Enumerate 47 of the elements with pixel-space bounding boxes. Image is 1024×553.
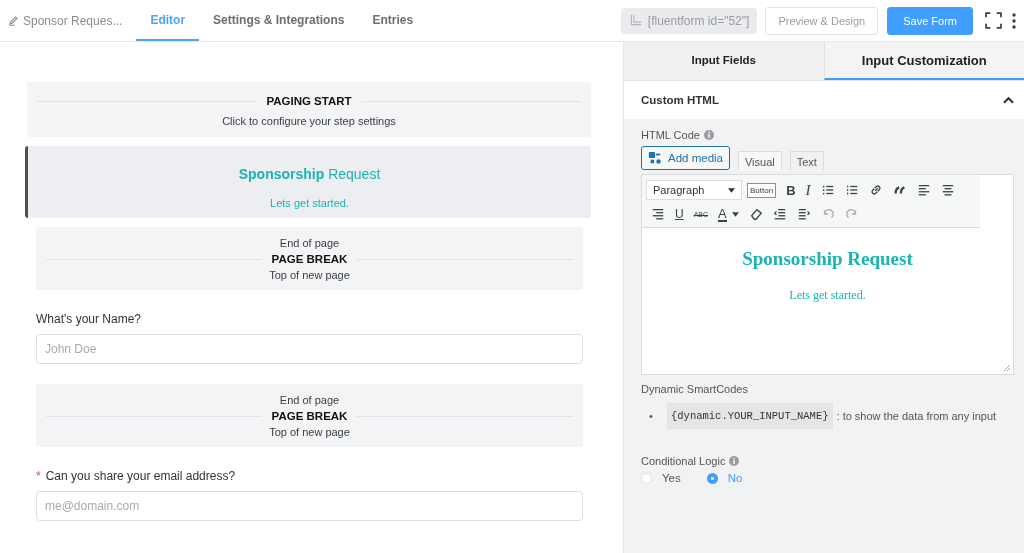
smartcode-description: : to show the data from any input <box>836 409 997 424</box>
text-color-button[interactable]: A <box>713 204 744 224</box>
format-select[interactable]: Paragraph <box>646 180 742 200</box>
caret-icon <box>728 187 735 193</box>
block-heading: Sponsorship Request <box>237 166 382 182</box>
block-title: PAGING START <box>266 95 352 107</box>
bold-button[interactable]: B <box>781 180 801 200</box>
required-mark: * <box>36 469 41 483</box>
section-title[interactable]: Custom HTML <box>641 94 719 106</box>
fullscreen-icon[interactable] <box>985 12 1002 29</box>
field-label: Conditional Logic <box>641 455 726 467</box>
copy-icon <box>628 14 642 27</box>
media-icon <box>648 151 662 165</box>
mode-tab[interactable]: Text <box>789 151 824 170</box>
pencil-icon[interactable] <box>8 15 19 26</box>
code-snippet: {dynamic.YOUR_INPUT_NAME} <box>667 403 833 429</box>
field-label: HTML Code <box>641 129 700 141</box>
underline-button[interactable]: U <box>670 204 689 224</box>
block-title: PAGE BREAK <box>271 410 348 422</box>
block-caption: Top of new page <box>268 426 351 438</box>
block-caption: Top of new page <box>268 269 351 281</box>
caret-icon[interactable] <box>731 211 739 217</box>
radio-option[interactable]: Yes <box>641 472 681 484</box>
page-break-block[interactable]: End of page PAGE BREAK Top of new page <box>36 384 583 447</box>
italic-button[interactable]: I <box>800 180 816 200</box>
paging-start-block[interactable]: PAGING START Click to configure your step settings <box>27 82 591 137</box>
field-label: Can you share your email address? <box>45 469 236 483</box>
field-label: What's your Name? <box>36 312 141 326</box>
block-caption: End of page <box>278 237 341 249</box>
block-subtitle: Click to configure your step settings <box>221 115 397 127</box>
block-caption: End of page <box>278 394 341 406</box>
button-insert-button[interactable]: Button <box>747 182 777 198</box>
bullet: • <box>649 409 654 424</box>
add-media-button[interactable]: Add media <box>641 146 730 170</box>
mode-tab[interactable]: Visual <box>738 151 782 170</box>
page-break-block[interactable]: End of page PAGE BREAK Top of new page <box>36 227 583 290</box>
block-text: Lets get started. <box>269 197 350 209</box>
resize-handle-icon[interactable] <box>1003 364 1011 372</box>
nav-tab[interactable]: Entries <box>358 0 428 41</box>
panel-tab[interactable]: Input Customization <box>823 42 1024 80</box>
radio-button[interactable] <box>706 472 718 484</box>
nav-tab[interactable]: Settings & Integrations <box>199 0 359 41</box>
section-label: Dynamic SmartCodes <box>641 383 749 395</box>
form-name[interactable]: Sponsor Reques... <box>23 13 123 28</box>
block-title: PAGE BREAK <box>271 253 348 265</box>
chevron-icon[interactable] <box>1003 96 1014 104</box>
more-icon[interactable] <box>1012 12 1016 29</box>
